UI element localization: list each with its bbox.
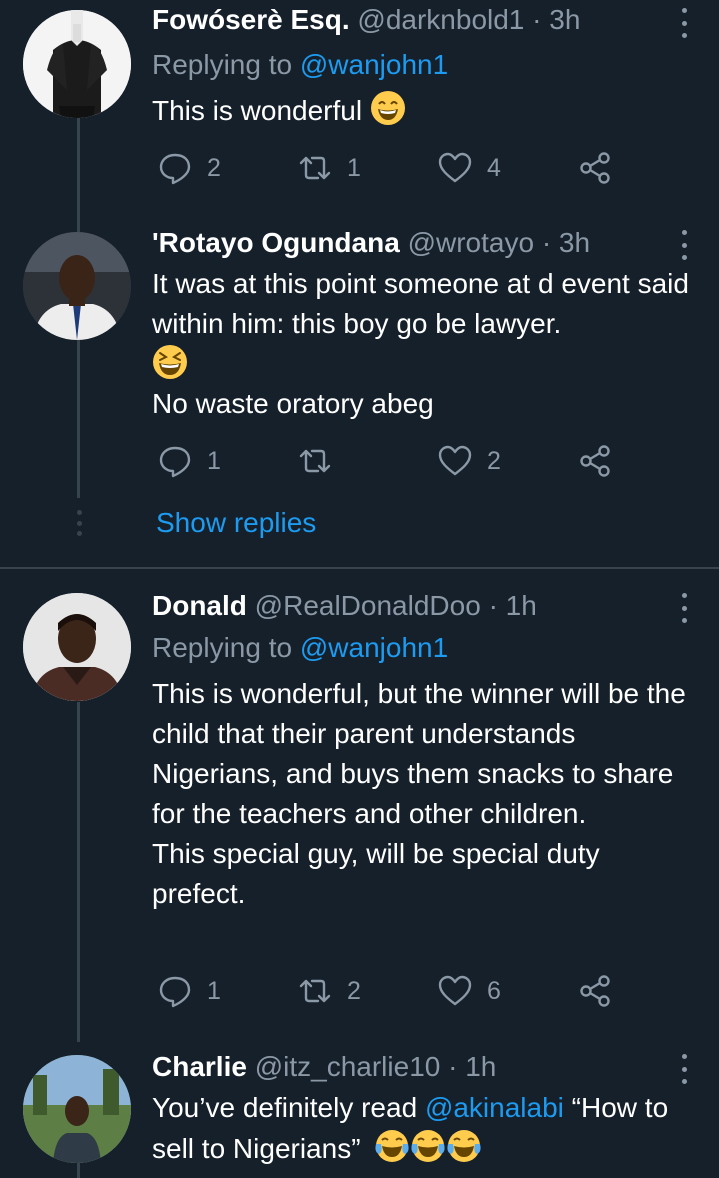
- heart-icon: [438, 445, 472, 476]
- divider: [0, 567, 719, 569]
- tweet-text-content: This is wonderful: [152, 95, 363, 126]
- separator-dot: ·: [488, 590, 498, 621]
- avatar[interactable]: [23, 1055, 131, 1163]
- tweet-actions: 2 1 4: [152, 148, 632, 188]
- avatar[interactable]: [23, 232, 131, 340]
- author-handle[interactable]: @wrotayo: [408, 227, 534, 258]
- mention-link[interactable]: @wanjohn1: [300, 49, 448, 80]
- share-button[interactable]: [577, 148, 613, 188]
- replying-to: Replying to @wanjohn1: [152, 631, 448, 665]
- mention-link[interactable]: @wanjohn1: [300, 632, 448, 663]
- tears-of-joy-emoji-icon: [375, 1130, 409, 1162]
- grinning-emoji-icon: [370, 91, 405, 125]
- separator-dot: ·: [541, 227, 552, 258]
- tweet-actions: 1 2: [152, 441, 632, 481]
- avatar[interactable]: [23, 10, 131, 118]
- like-button[interactable]: 6: [437, 971, 501, 1011]
- tweet-header: Donald @RealDonaldDoo · 1h: [152, 589, 659, 623]
- author-name[interactable]: Donald: [152, 590, 247, 621]
- speech-bubble-icon: [159, 976, 191, 1008]
- like-count: 2: [487, 446, 501, 475]
- tweet-time[interactable]: 1h: [465, 1051, 496, 1082]
- retweet-button[interactable]: [297, 441, 333, 481]
- separator-dot: ·: [448, 1051, 458, 1082]
- like-count: 4: [487, 153, 501, 182]
- reply-count: 2: [207, 153, 221, 182]
- more-options-icon[interactable]: [679, 230, 689, 260]
- retweet-arrows-icon: [299, 449, 331, 473]
- avatar[interactable]: [23, 593, 131, 701]
- thread-line: [77, 702, 80, 1042]
- tweet-header: 'Rotayo Ogundana @wrotayo · 3h: [152, 226, 659, 260]
- tweet-time[interactable]: 1h: [506, 590, 537, 621]
- speech-bubble-icon: [159, 446, 191, 478]
- tweet-text: You’ve definitely read @akinalabi “How t…: [152, 1088, 692, 1169]
- tweet-time[interactable]: 3h: [549, 4, 580, 35]
- author-name[interactable]: Charlie: [152, 1051, 247, 1082]
- author-name[interactable]: 'Rotayo Ogundana: [152, 227, 400, 258]
- heart-icon: [438, 152, 472, 183]
- retweet-button[interactable]: 1: [297, 148, 361, 188]
- heart-icon: [438, 975, 472, 1006]
- more-options-icon[interactable]: [679, 8, 689, 38]
- separator-dot: ·: [532, 4, 542, 35]
- share-nodes-icon: [580, 445, 610, 477]
- thread-more-dots: [74, 510, 84, 536]
- reply-count: 1: [207, 976, 221, 1005]
- more-options-icon[interactable]: [679, 593, 689, 623]
- tweet-header: Fowóserè Esq. @darknbold1 · 3h: [152, 3, 659, 37]
- tweet-text-line: No waste oratory abeg: [152, 388, 434, 419]
- like-count: 6: [487, 976, 501, 1005]
- share-nodes-icon: [580, 152, 610, 184]
- reply-button[interactable]: 1: [157, 971, 221, 1011]
- tweet-header: Charlie @itz_charlie10 · 1h: [152, 1050, 659, 1084]
- replying-to-label: Replying to: [152, 632, 300, 663]
- author-name[interactable]: Fowóserè Esq.: [152, 4, 350, 35]
- tweet-actions: 1 2 6: [152, 971, 632, 1011]
- share-nodes-icon: [580, 975, 610, 1007]
- tears-of-joy-emoji-icon: [447, 1130, 481, 1162]
- thread-line: [77, 1162, 80, 1178]
- more-options-icon[interactable]: [679, 1054, 689, 1084]
- retweet-count: 2: [347, 976, 361, 1005]
- share-button[interactable]: [577, 441, 613, 481]
- like-button[interactable]: 4: [437, 148, 501, 188]
- author-handle[interactable]: @RealDonaldDoo: [255, 590, 481, 621]
- tweet-text: This is wonderful: [152, 90, 692, 131]
- retweet-count: 1: [347, 153, 361, 182]
- share-button[interactable]: [577, 971, 613, 1011]
- tears-of-joy-emoji-icon: [411, 1130, 445, 1162]
- show-replies-link[interactable]: Show replies: [156, 506, 316, 540]
- tweet-text-line: This special guy, will be special duty p…: [152, 838, 600, 909]
- tweet-time[interactable]: 3h: [559, 227, 590, 258]
- replying-to-label: Replying to: [152, 49, 300, 80]
- like-button[interactable]: 2: [437, 441, 501, 481]
- author-handle[interactable]: @itz_charlie10: [255, 1051, 441, 1082]
- reply-button[interactable]: 2: [157, 148, 221, 188]
- tweet-text-line: It was at this point someone at d event …: [152, 268, 689, 339]
- tweet-text: This is wonderful, but the winner will b…: [152, 674, 692, 914]
- reply-button[interactable]: 1: [157, 441, 221, 481]
- tweet-text-content: You’ve definitely read: [152, 1092, 425, 1123]
- tweet-text-line: This is wonderful, but the winner will b…: [152, 678, 686, 829]
- tweet-thread: Fowóserè Esq. @darknbold1 · 3h Replying …: [0, 0, 719, 1178]
- reply-count: 1: [207, 446, 221, 475]
- retweet-button[interactable]: 2: [297, 971, 361, 1011]
- speech-bubble-icon: [159, 153, 191, 185]
- author-handle[interactable]: @darknbold1: [357, 4, 524, 35]
- retweet-arrows-icon: [299, 156, 331, 180]
- retweet-arrows-icon: [299, 979, 331, 1003]
- mention-link[interactable]: @akinalabi: [425, 1092, 564, 1123]
- replying-to: Replying to @wanjohn1: [152, 48, 448, 82]
- laughing-emoji-icon: [153, 345, 187, 379]
- tweet-text: It was at this point someone at d event …: [152, 264, 692, 424]
